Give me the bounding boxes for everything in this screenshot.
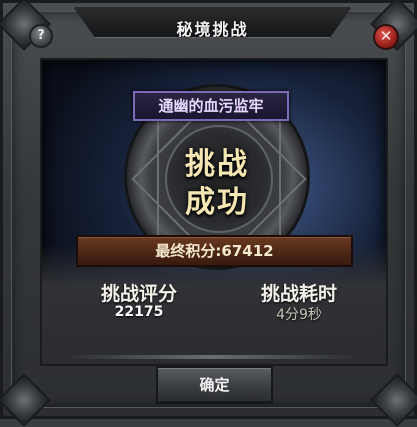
rating-label: 挑战评分	[100, 283, 177, 305]
result-line-2: 成功	[185, 185, 249, 220]
dialog-title: 秘境挑战	[176, 20, 249, 39]
help-icon[interactable]: ?	[29, 24, 53, 48]
dialog-frame: 秘境挑战 ? ✕ 挑战 成功 通幽的血污监牢 最终积分:67412 挑战评分 2…	[0, 0, 417, 427]
confirm-button[interactable]: 确定	[156, 366, 273, 404]
close-icon[interactable]: ✕	[373, 24, 399, 50]
rating-value: 22175	[114, 304, 164, 320]
bottom-divider	[63, 355, 359, 359]
title-bar: 秘境挑战	[73, 7, 352, 38]
dungeon-name-banner: 通幽的血污监牢	[133, 91, 289, 121]
time-value: 4分9秒	[276, 307, 322, 323]
final-score-bar: 最终积分:67412	[76, 235, 353, 267]
time-label: 挑战耗时	[260, 283, 337, 305]
